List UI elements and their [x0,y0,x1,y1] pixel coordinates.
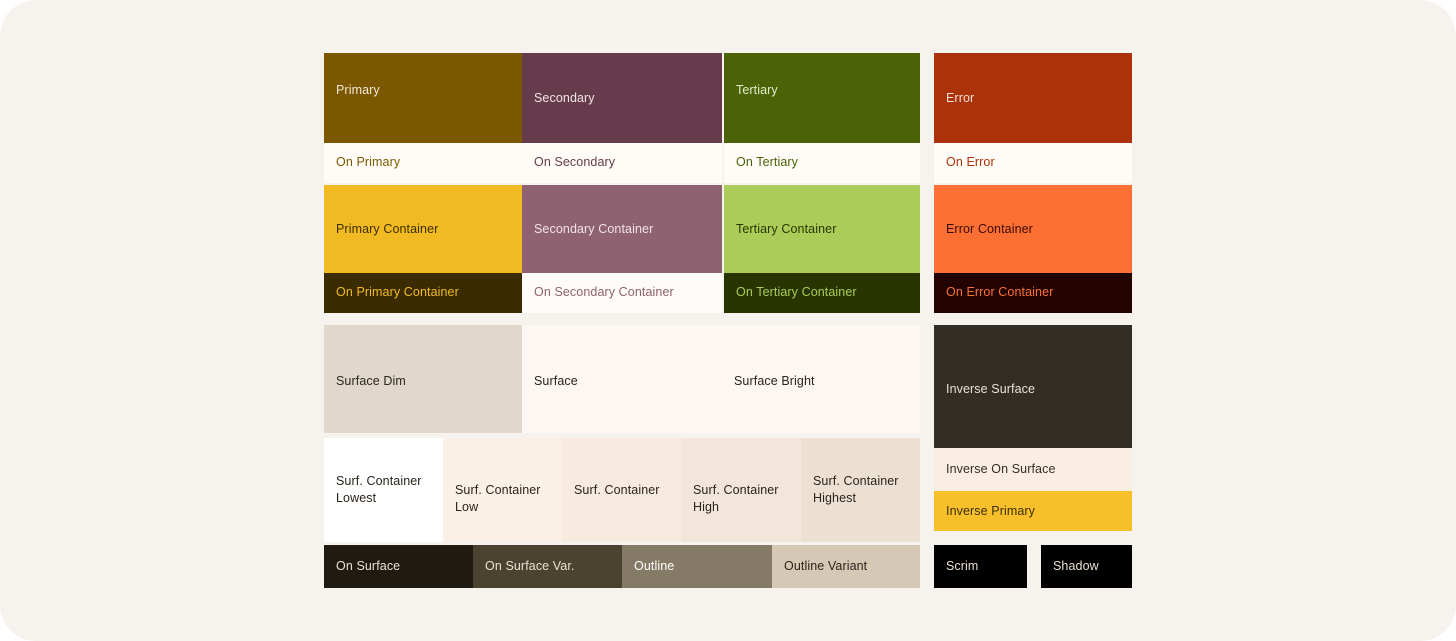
swatch-label: Primary [336,82,380,99]
swatch-on-surface-variant[interactable]: On Surface Var. [473,545,622,588]
swatch-surface-container[interactable]: Surf. Container [562,438,681,542]
swatch-label: Inverse Primary [946,503,1035,520]
swatch-inverse-surface[interactable]: Inverse Surface [934,325,1132,448]
swatch-on-tertiary-container[interactable]: On Tertiary Container [724,273,920,313]
swatch-label: On Error [946,154,995,171]
swatch-surface[interactable]: Surface [522,325,722,433]
swatch-label: On Tertiary Container [736,284,857,301]
swatch-outline-variant[interactable]: Outline Variant [772,545,920,588]
swatch-label: On Secondary Container [534,284,674,301]
swatch-label: Secondary [534,90,595,107]
swatch-on-error-container[interactable]: On Error Container [934,273,1132,313]
swatch-on-error[interactable]: On Error [934,143,1132,183]
swatch-label: Surface Dim [336,373,406,390]
swatch-label: On Primary Container [336,284,459,301]
swatch-error[interactable]: Error [934,53,1132,143]
swatch-surface-container-low[interactable]: Surf. Container Low [443,438,562,542]
swatch-label: Outline Variant [784,558,867,575]
swatch-primary[interactable]: Primary [324,53,522,143]
swatch-secondary[interactable]: Secondary [522,53,722,143]
swatch-label: Error [946,90,974,107]
swatch-label: Error Container [946,221,1033,238]
swatch-label: Surf. Container Highest [813,473,899,506]
swatch-inverse-on-surface[interactable]: Inverse On Surface [934,448,1132,491]
swatch-scrim[interactable]: Scrim [934,545,1027,588]
color-scheme-canvas: Primary On Primary Secondary On Secondar… [0,0,1456,641]
swatch-shadow[interactable]: Shadow [1041,545,1132,588]
swatch-primary-container[interactable]: Primary Container [324,185,522,273]
swatch-label: On Surface Var. [485,558,575,575]
swatch-label: On Primary [336,154,400,171]
swatch-label: Tertiary Container [736,221,836,238]
swatch-label: Primary Container [336,221,438,238]
swatch-surface-container-high[interactable]: Surf. Container High [681,438,801,542]
swatch-surface-container-highest[interactable]: Surf. Container Highest [801,438,920,542]
swatch-inverse-primary[interactable]: Inverse Primary [934,491,1132,531]
swatch-label: Inverse Surface [946,381,1035,398]
swatch-label: Surf. Container Low [455,482,562,515]
swatch-outline[interactable]: Outline [622,545,772,588]
swatch-tertiary-container[interactable]: Tertiary Container [724,185,920,273]
swatch-on-secondary[interactable]: On Secondary [522,143,722,183]
swatch-secondary-container[interactable]: Secondary Container [522,185,722,273]
swatch-surface-container-lowest[interactable]: Surf. Container Lowest [324,438,443,542]
swatch-label: Surface Bright [734,373,815,390]
swatch-on-secondary-container[interactable]: On Secondary Container [522,273,722,313]
swatch-on-surface[interactable]: On Surface [324,545,473,588]
swatch-tertiary[interactable]: Tertiary [724,53,920,143]
swatch-surface-bright[interactable]: Surface Bright [722,325,920,433]
swatch-label: Outline [634,558,674,575]
swatch-label: Surf. Container Lowest [336,473,422,506]
swatch-on-tertiary[interactable]: On Tertiary [724,143,920,183]
swatch-error-container[interactable]: Error Container [934,185,1132,273]
swatch-label: Secondary Container [534,221,653,238]
swatch-on-primary[interactable]: On Primary [324,143,522,183]
swatch-label: Tertiary [736,82,778,99]
swatch-label: Surf. Container High [693,482,801,515]
swatch-surface-dim[interactable]: Surface Dim [324,325,522,433]
swatch-label: On Surface [336,558,400,575]
swatch-label: On Secondary [534,154,615,171]
swatch-label: On Error Container [946,284,1053,301]
swatch-label: Shadow [1053,558,1099,575]
swatch-label: Surface [534,373,578,390]
swatch-label: Inverse On Surface [946,461,1056,478]
swatch-label: Surf. Container [574,482,660,499]
swatch-on-primary-container[interactable]: On Primary Container [324,273,522,313]
swatch-label: On Tertiary [736,154,798,171]
swatch-label: Scrim [946,558,978,575]
